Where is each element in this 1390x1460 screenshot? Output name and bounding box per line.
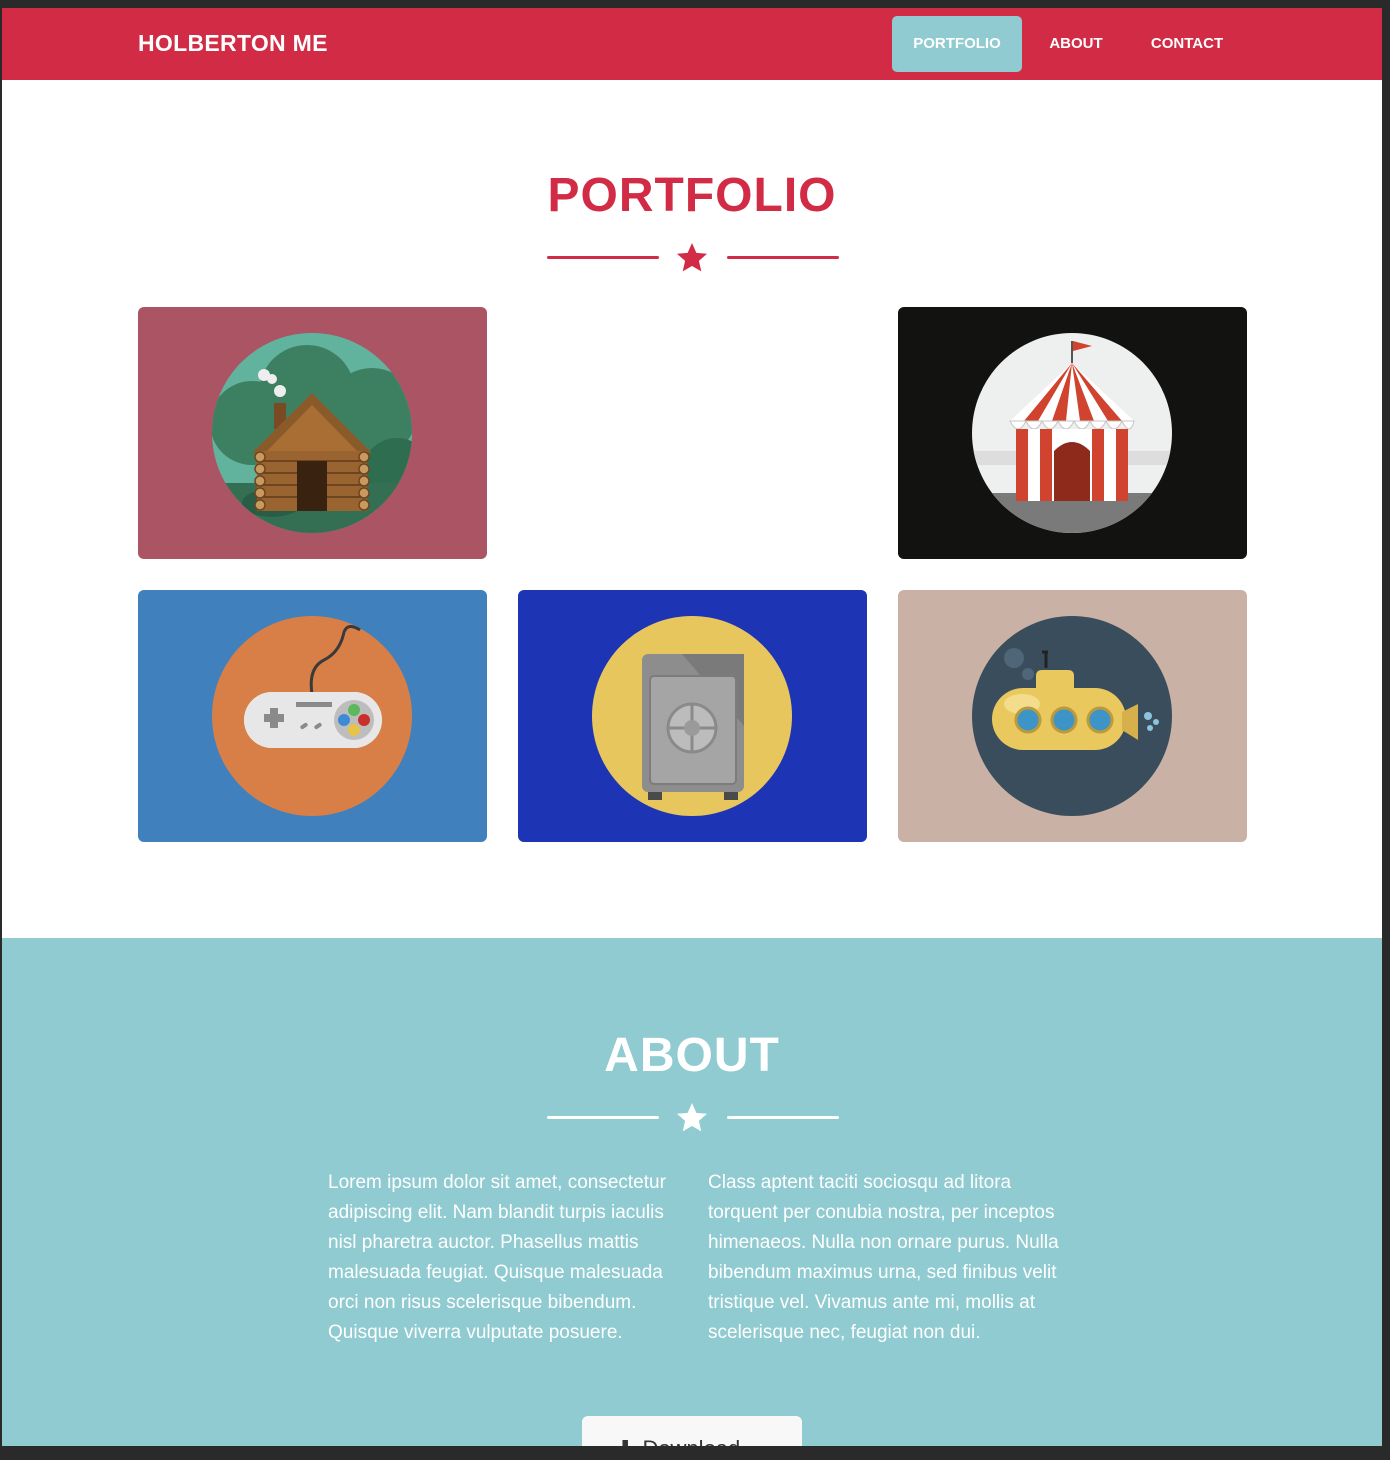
portfolio-tile-submarine[interactable] bbox=[898, 590, 1247, 842]
portfolio-title: PORTFOLIO bbox=[547, 169, 837, 222]
divider-line-left bbox=[547, 256, 659, 259]
brand-logo[interactable]: HOLBERTON ME bbox=[138, 30, 328, 57]
nav-link-about[interactable]: ABOUT bbox=[1032, 16, 1120, 72]
submarine-icon bbox=[972, 616, 1172, 816]
safe-icon bbox=[592, 616, 792, 816]
divider-line-right bbox=[727, 256, 839, 259]
about-divider-line-right bbox=[727, 1116, 839, 1119]
navbar: HOLBERTON ME PORTFOLIO ABOUT CONTACT bbox=[2, 8, 1382, 80]
game-controller-icon bbox=[212, 616, 412, 816]
portfolio-tile-cabin[interactable] bbox=[138, 307, 487, 559]
download-label: Download bbox=[642, 1436, 740, 1446]
download-button[interactable]: ⬇ Download bbox=[582, 1416, 802, 1446]
portfolio-tile-controller[interactable] bbox=[138, 590, 487, 842]
portfolio-tile-safe[interactable] bbox=[518, 590, 867, 842]
browser-viewport: HOLBERTON ME PORTFOLIO ABOUT CONTACT POR… bbox=[2, 8, 1382, 1446]
about-text-right: Class aptent taciti sociosqu ad litora t… bbox=[708, 1172, 1059, 1343]
log-cabin-icon bbox=[212, 333, 412, 533]
about-divider-line-left bbox=[547, 1116, 659, 1119]
about-text-left: Lorem ipsum dolor sit amet, consectetur … bbox=[328, 1172, 666, 1343]
nav-link-contact[interactable]: CONTACT bbox=[1130, 16, 1244, 72]
portfolio-tile-circus[interactable] bbox=[898, 307, 1247, 559]
star-icon bbox=[677, 243, 707, 272]
nav-link-portfolio[interactable]: PORTFOLIO bbox=[892, 16, 1022, 72]
circus-tent-icon bbox=[972, 333, 1172, 533]
about-title: ABOUT bbox=[604, 1029, 780, 1082]
download-icon: ⬇ bbox=[616, 1436, 634, 1446]
star-icon bbox=[677, 1103, 707, 1132]
about-section: ABOUT Lorem ipsum dolor sit amet, consec… bbox=[2, 938, 1382, 1446]
